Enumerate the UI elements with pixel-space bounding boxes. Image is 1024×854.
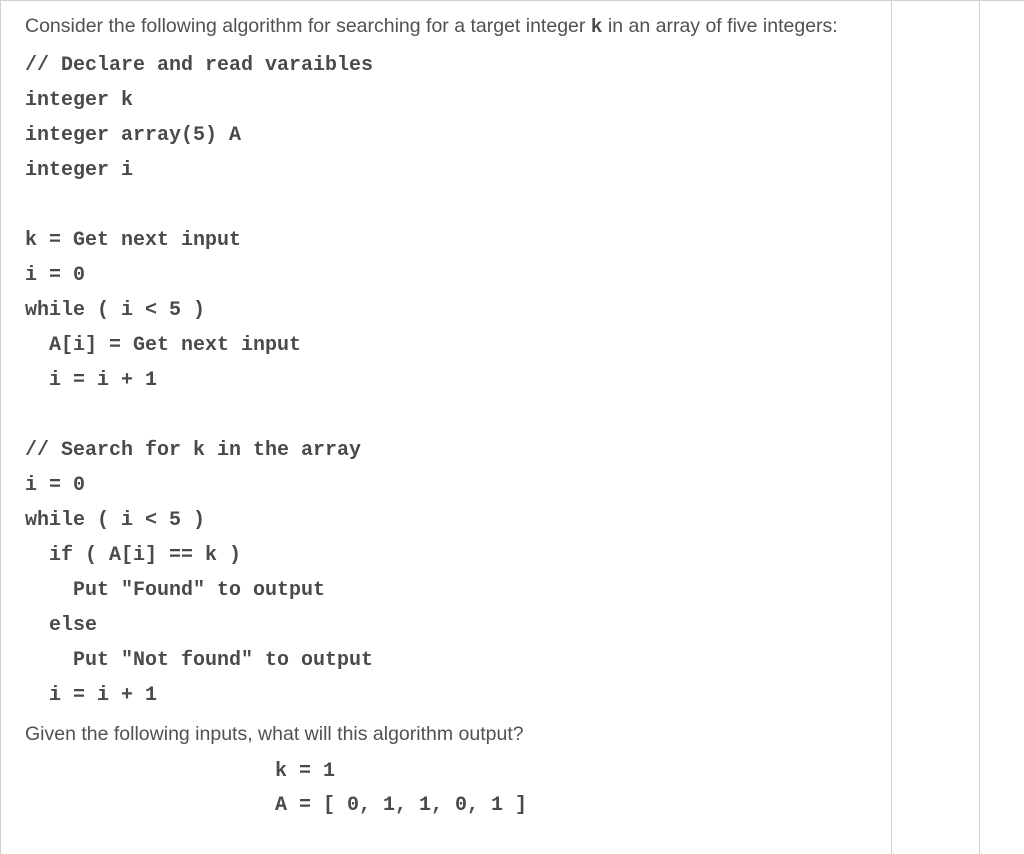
- code-line: Put "Found" to output: [25, 579, 325, 602]
- intro-paragraph: Consider the following algorithm for sea…: [25, 11, 861, 42]
- algorithm-code-block: // Declare and read varaibles integer k …: [25, 48, 861, 713]
- code-line: i = i + 1: [25, 369, 157, 392]
- input-line-k: k = 1: [275, 760, 335, 783]
- sidebar-divider: [979, 1, 980, 854]
- content-area: Consider the following algorithm for sea…: [1, 1, 892, 854]
- code-line: while ( i < 5 ): [25, 509, 205, 532]
- code-line: while ( i < 5 ): [25, 299, 205, 322]
- intro-text-2: in an array of five integers:: [603, 15, 838, 37]
- code-line: integer array(5) A: [25, 124, 241, 147]
- code-line: integer i: [25, 159, 133, 182]
- code-line: else: [25, 614, 97, 637]
- code-line: k = Get next input: [25, 229, 241, 252]
- code-line: integer k: [25, 89, 133, 112]
- code-line: i = 0: [25, 264, 85, 287]
- question-container: Consider the following algorithm for sea…: [0, 0, 1024, 854]
- code-line: i = 0: [25, 474, 85, 497]
- code-line: // Declare and read varaibles: [25, 54, 373, 77]
- code-line: // Search for k in the array: [25, 439, 361, 462]
- code-line: if ( A[i] == k ): [25, 544, 241, 567]
- intro-text-1: Consider the following algorithm for sea…: [25, 15, 591, 37]
- code-line: i = i + 1: [25, 684, 157, 707]
- question-text: Given the following inputs, what will th…: [25, 719, 861, 749]
- inline-code-k: k: [591, 16, 603, 38]
- given-inputs-block: k = 1 A = [ 0, 1, 1, 0, 1 ]: [25, 755, 861, 823]
- code-line: Put "Not found" to output: [25, 649, 373, 672]
- input-line-a: A = [ 0, 1, 1, 0, 1 ]: [275, 794, 527, 817]
- code-line: A[i] = Get next input: [25, 334, 301, 357]
